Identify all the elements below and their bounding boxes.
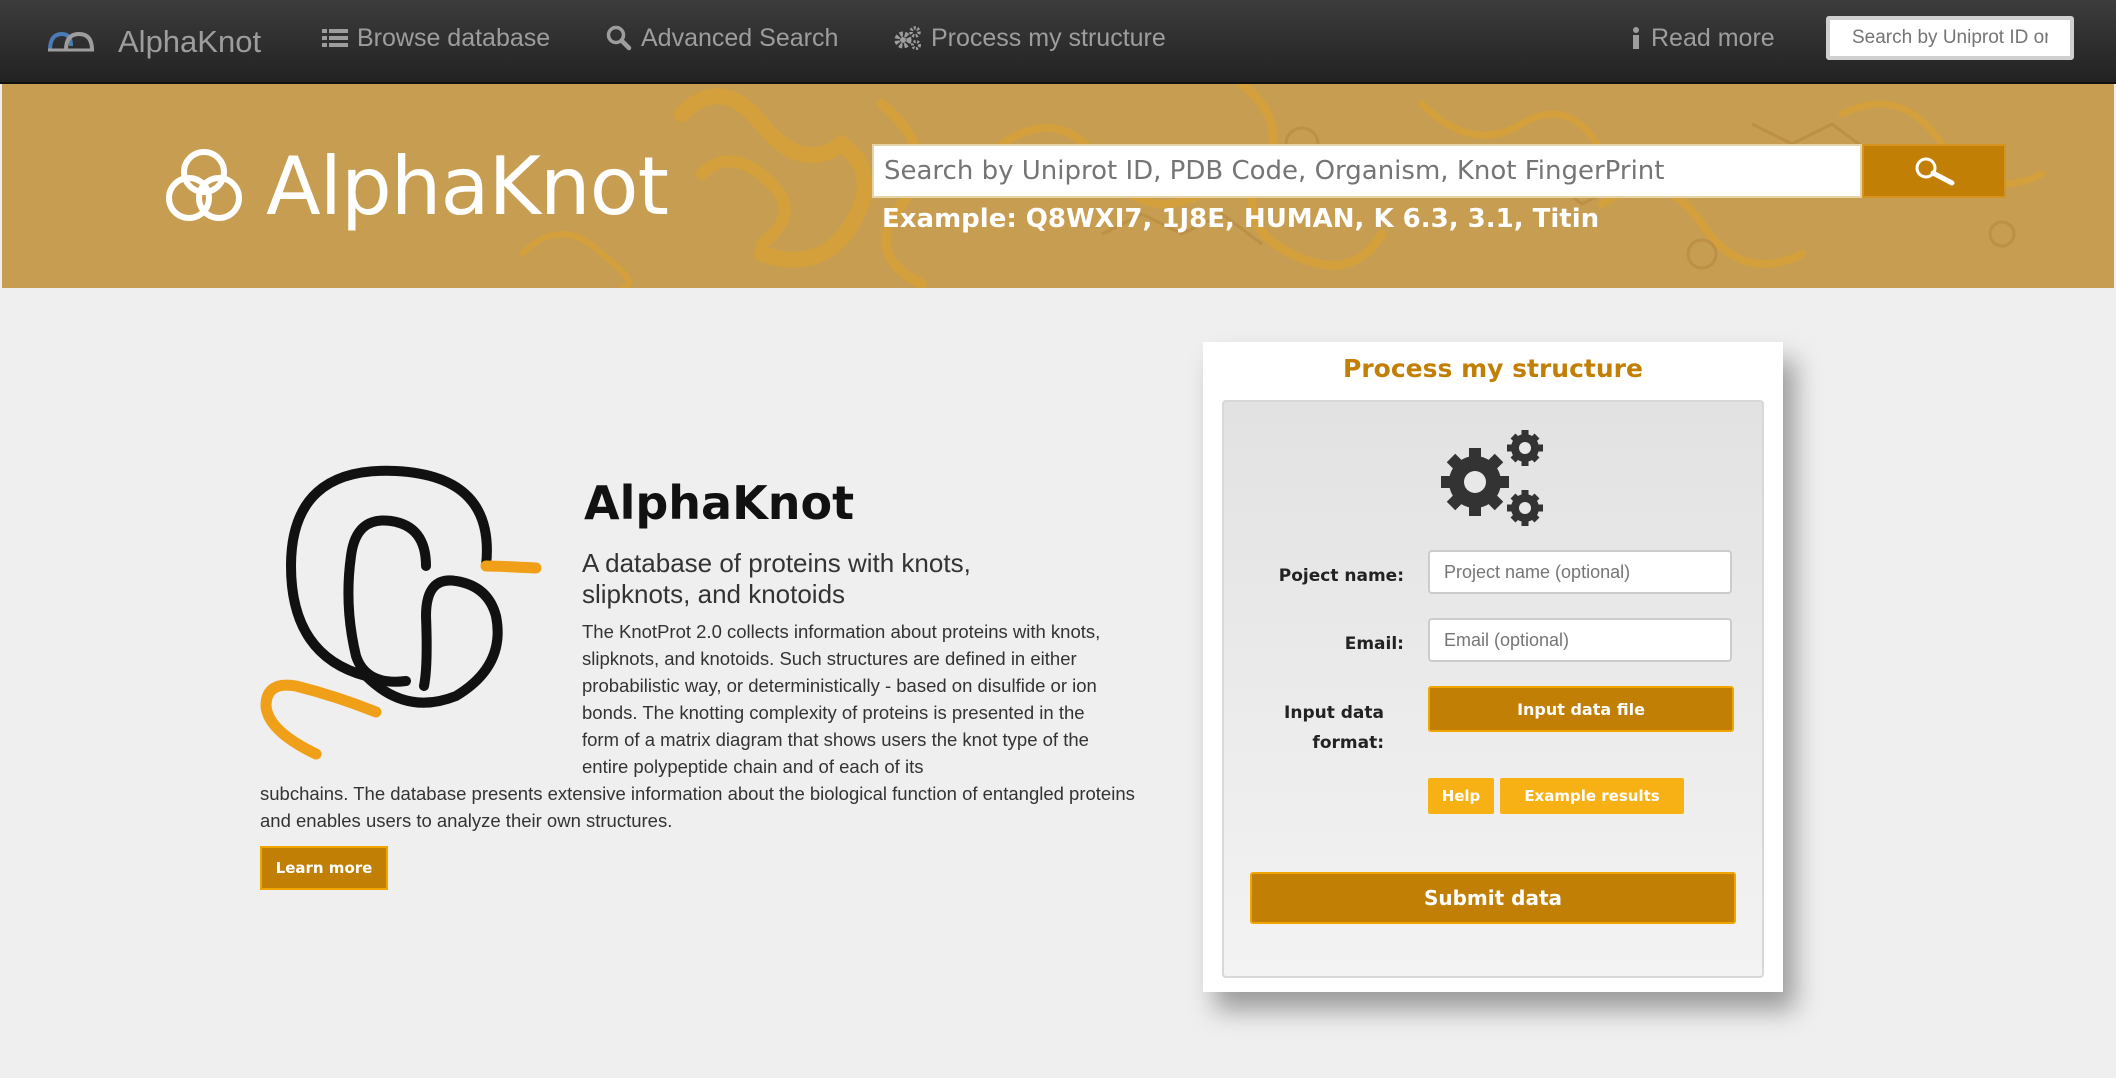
nav-process-label: Process my structure: [931, 23, 1166, 52]
submit-data-button[interactable]: Submit data: [1250, 872, 1736, 924]
search-icon: [606, 25, 632, 51]
nav-advanced-search-label: Advanced Search: [641, 23, 839, 52]
help-button[interactable]: Help: [1428, 778, 1494, 814]
nav-browse-database[interactable]: Browse database: [322, 18, 550, 58]
about-description-continued: subchains. The database presents extensi…: [260, 783, 1135, 831]
list-icon: [322, 29, 348, 47]
project-name-label: Poject name:: [1278, 566, 1404, 586]
navbar: AlphaKnot Browse database Advanced Searc…: [0, 0, 2116, 84]
nav-search-input[interactable]: [1826, 16, 2074, 60]
process-form: Poject name: Email: Input data format: I…: [1222, 400, 1764, 978]
nav-read-more[interactable]: Read more: [1630, 18, 1775, 58]
input-format-label: Input data format:: [1284, 703, 1384, 753]
brand-logo-icon: [48, 31, 94, 52]
project-name-input[interactable]: [1428, 550, 1732, 594]
about-subtitle: A database of proteins with knots, slipk…: [582, 548, 971, 609]
search-example-text: Example: Q8WXI7, 1J8E, HUMAN, K 6.3, 3.1…: [882, 204, 1600, 234]
hero-search-button[interactable]: [1862, 144, 2006, 198]
about-title: AlphaKnot: [584, 476, 855, 530]
process-panel-title: Process my structure: [1343, 354, 1643, 383]
magnifier-icon: [1915, 157, 1955, 186]
hero-logo: AlphaKnot: [162, 136, 669, 236]
cogs-icon: [894, 26, 921, 50]
nav-advanced-search[interactable]: Advanced Search: [606, 18, 838, 58]
example-results-button[interactable]: Example results: [1500, 778, 1684, 814]
knot-figure: [260, 465, 542, 760]
nav-browse-label: Browse database: [357, 23, 551, 52]
hero-banner: AlphaKnot Example: Q8WXI7, 1J8E, HUMAN, …: [2, 84, 2114, 288]
process-panel: Process my structure Poject name: Projec…: [1203, 342, 1783, 992]
email-label: Email:: [1344, 634, 1404, 654]
learn-more-button[interactable]: Learn more: [260, 846, 388, 890]
gears-icon: [1441, 430, 1543, 526]
brand-name: AlphaKnot: [118, 24, 262, 59]
info-icon: [1633, 27, 1639, 49]
email-input[interactable]: [1428, 618, 1732, 662]
triquetra-icon: [166, 149, 242, 221]
hero-logo-text: AlphaKnot: [266, 139, 669, 233]
nav-process-structure[interactable]: Process my structure: [892, 18, 1166, 58]
nav-read-more-label: Read more: [1651, 23, 1775, 52]
input-data-file-button[interactable]: Input data file: [1428, 686, 1734, 732]
hero-search-input[interactable]: [872, 144, 1862, 198]
nav-brand[interactable]: AlphaKnot: [46, 20, 261, 64]
about-description: The KnotProt 2.0 collects information ab…: [582, 621, 1101, 777]
